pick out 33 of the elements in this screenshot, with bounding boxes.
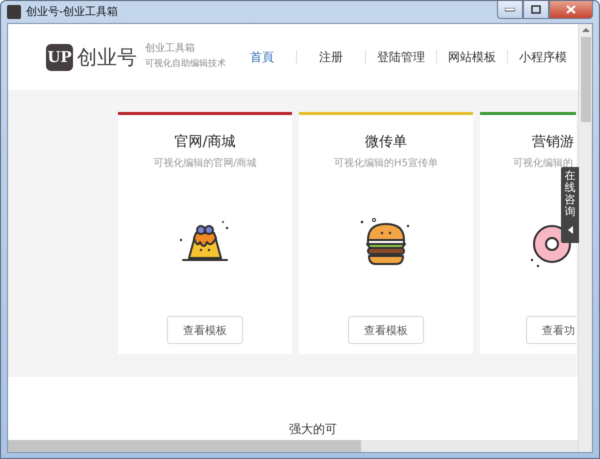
maximize-icon xyxy=(531,5,541,14)
card-subtitle: 可视化编辑的H5宣传单 xyxy=(334,156,438,170)
window-title: 创业号-创业工具箱 xyxy=(26,4,118,19)
slogan: 可视化自助编辑技术 xyxy=(145,58,226,70)
vertical-scrollbar[interactable] xyxy=(578,24,592,452)
horizontal-scrollbar[interactable] xyxy=(8,440,578,452)
close-button[interactable] xyxy=(549,1,593,19)
section-heading: 强大的可 xyxy=(289,421,337,438)
view-button[interactable]: 查看模板 xyxy=(167,316,243,344)
minimize-icon xyxy=(505,8,515,12)
minimize-button[interactable] xyxy=(497,1,523,19)
card-title: 营销游 xyxy=(532,133,574,151)
card-title: 微传单 xyxy=(365,133,407,151)
brand-name: 创业号 xyxy=(77,44,137,70)
view-button[interactable]: 查看功 xyxy=(526,316,576,344)
caret-icon xyxy=(568,226,572,234)
nav-link[interactable]: 小程序模 xyxy=(508,48,578,66)
card-subtitle: 可视化编辑的官网/商城 xyxy=(153,156,257,170)
tagline: 创业工具箱 xyxy=(145,42,196,54)
nav-link[interactable]: 注册 xyxy=(297,48,365,66)
card-subtitle: 可视化编辑的 xyxy=(513,156,573,170)
nav-link[interactable]: 网站模板 xyxy=(437,48,507,66)
scroll-thumb[interactable] xyxy=(8,440,362,452)
card-title: 官网/商城 xyxy=(174,133,236,151)
nav-link[interactable]: 登陆管理 xyxy=(366,48,436,66)
scroll-thumb[interactable] xyxy=(580,37,590,122)
scroll-up-icon[interactable] xyxy=(582,27,590,33)
close-icon xyxy=(566,5,576,14)
maximize-button[interactable] xyxy=(523,1,549,19)
nav-link[interactable]: 首頁 xyxy=(250,48,296,66)
logo-mark: UP xyxy=(46,44,73,70)
app-icon xyxy=(7,4,21,18)
view-button[interactable]: 查看模板 xyxy=(348,316,424,344)
